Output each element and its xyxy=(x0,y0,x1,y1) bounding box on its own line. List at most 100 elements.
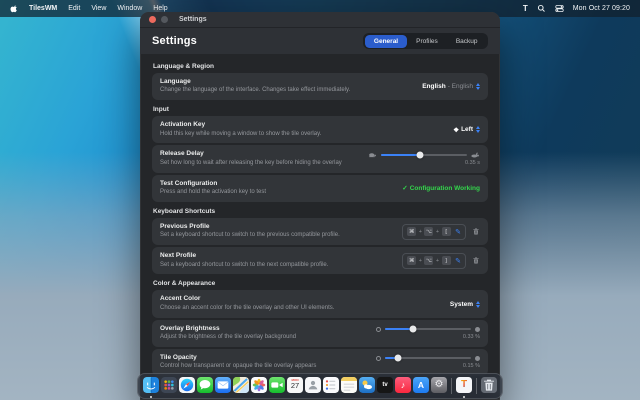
dock-launchpad[interactable] xyxy=(161,377,177,398)
next-profile-desc: Set a keyboard shortcut to switch to the… xyxy=(160,262,328,270)
modifier-key-icon: ❖ xyxy=(453,126,459,134)
spotlight-search-icon[interactable] xyxy=(537,4,546,13)
minimize-button[interactable] xyxy=(161,16,168,23)
control-center-icon[interactable] xyxy=(555,4,564,13)
menu-item-edit[interactable]: Edit xyxy=(68,5,80,12)
status-badge: ✓ Configuration Working xyxy=(402,184,480,192)
dock-appstore[interactable]: A xyxy=(413,377,429,398)
previous-profile-desc: Set a keyboard shortcut to switch to the… xyxy=(160,232,340,240)
tileswm-menubar-icon[interactable]: T xyxy=(523,4,528,13)
previous-profile-shortcut[interactable]: ⌘ + ⌥ + [ ✎ xyxy=(402,224,466,240)
dock-finder[interactable] xyxy=(143,377,159,398)
dock-system-settings[interactable]: ⚙ xyxy=(431,377,447,398)
command-key: ⌘ xyxy=(407,227,416,236)
appletv-label: tv xyxy=(382,382,387,388)
dock-contacts[interactable] xyxy=(305,377,321,398)
dock-tileswm[interactable]: T xyxy=(456,377,472,398)
dock-messages[interactable] xyxy=(197,377,213,398)
dock-separator xyxy=(476,378,477,394)
dock-facetime[interactable] xyxy=(269,377,285,398)
tileswm-label: T xyxy=(461,379,467,390)
previous-profile-title: Previous Profile xyxy=(160,223,340,231)
dock-photos[interactable] xyxy=(251,377,267,398)
gear-icon: ⚙ xyxy=(435,379,444,390)
tab-backup[interactable]: Backup xyxy=(447,35,487,48)
slider-thumb[interactable] xyxy=(416,151,423,158)
dock-weather[interactable] xyxy=(359,377,375,398)
running-indicator xyxy=(463,396,465,398)
edit-pencil-icon[interactable]: ✎ xyxy=(455,228,461,236)
section-input: Input xyxy=(153,106,488,113)
edit-pencil-icon[interactable]: ✎ xyxy=(455,257,461,265)
slider-thumb[interactable] xyxy=(410,326,417,333)
page-title: Settings xyxy=(152,35,197,47)
dock-mail[interactable] xyxy=(215,377,231,398)
dock-reminders[interactable] xyxy=(323,377,339,398)
release-delay-slider[interactable] xyxy=(381,154,467,157)
window-titlebar[interactable]: Settings xyxy=(140,12,500,28)
language-select[interactable]: English - English xyxy=(422,83,480,90)
accent-color-desc: Choose an accent color for the tile over… xyxy=(160,305,334,313)
tile-opacity-slider[interactable] xyxy=(385,357,471,360)
tile-opacity-desc: Control how transparent or opaque the ti… xyxy=(160,363,316,371)
delete-shortcut-button[interactable] xyxy=(472,256,480,265)
dock-trash[interactable] xyxy=(481,377,497,398)
plus-separator: + xyxy=(436,258,439,264)
screen: TilesWM Edit View Window Help T Mon Oct … xyxy=(0,0,640,400)
dock-calendar[interactable]: MON 27 xyxy=(287,377,303,398)
accent-color-title: Accent Color xyxy=(160,295,334,303)
brightness-high-icon xyxy=(475,327,480,332)
activation-key-desc: Hold this key while moving a window to s… xyxy=(160,131,321,139)
next-profile-shortcut[interactable]: ⌘ + ⌥ + ] ✎ xyxy=(402,253,466,269)
test-configuration-row: Test Configuration Press and hold the ac… xyxy=(152,175,488,202)
slider-thumb[interactable] xyxy=(394,355,401,362)
accent-color-row: Accent Color Choose an accent color for … xyxy=(152,290,488,317)
music-note-icon: ♪ xyxy=(401,380,406,390)
tab-general[interactable]: General xyxy=(365,35,407,48)
menu-item-app[interactable]: TilesWM xyxy=(29,5,57,12)
language-value-dim: - English xyxy=(448,83,473,90)
appstore-label: A xyxy=(418,380,424,390)
plus-separator: + xyxy=(419,229,422,235)
option-key: ⌥ xyxy=(424,256,433,265)
test-configuration-title: Test Configuration xyxy=(160,180,266,188)
dock-safari[interactable] xyxy=(179,377,195,398)
dock-appletv[interactable]: tv xyxy=(377,377,393,398)
close-button[interactable] xyxy=(149,16,156,23)
activation-key-select[interactable]: ❖ Left xyxy=(453,126,480,134)
menu-item-help[interactable]: Help xyxy=(153,5,167,12)
menubar-clock[interactable]: Mon Oct 27 09:20 xyxy=(573,5,630,12)
activation-key-value: Left xyxy=(461,126,473,133)
dock: MON 27 xyxy=(137,373,503,399)
plus-separator: + xyxy=(419,258,422,264)
tile-opacity-title: Tile Opacity xyxy=(160,354,316,362)
tab-profiles[interactable]: Profiles xyxy=(407,35,447,48)
brightness-low-icon xyxy=(376,327,381,332)
settings-content: Language & Region Language Change the la… xyxy=(140,54,500,389)
section-language-region: Language & Region xyxy=(153,63,488,70)
test-configuration-desc: Press and hold the activation key to tes… xyxy=(160,189,266,197)
language-desc: Change the language of the interface. Ch… xyxy=(160,87,350,95)
dock-notes[interactable] xyxy=(341,377,357,398)
accent-color-select[interactable]: System xyxy=(450,301,480,308)
hare-fast-icon xyxy=(471,152,480,158)
chevron-updown-icon xyxy=(476,83,480,90)
activation-key-row: Activation Key Hold this key while movin… xyxy=(152,116,488,143)
dock-music[interactable]: ♪ xyxy=(395,377,411,398)
menu-item-view[interactable]: View xyxy=(91,5,106,12)
dock-separator xyxy=(451,378,452,394)
command-key: ⌘ xyxy=(407,256,416,265)
next-profile-title: Next Profile xyxy=(160,252,328,260)
overlay-brightness-value: 0.33 % xyxy=(463,334,480,340)
option-key: ⌥ xyxy=(424,227,433,236)
status-text: Configuration Working xyxy=(410,185,480,192)
overlay-brightness-slider[interactable] xyxy=(385,328,471,331)
dock-maps[interactable] xyxy=(233,377,249,398)
release-delay-row: Release Delay Set how long to wait after… xyxy=(152,145,488,172)
apple-menu-icon[interactable] xyxy=(10,4,18,13)
menu-item-window[interactable]: Window xyxy=(117,5,142,12)
settings-window: Settings Settings General Profiles Backu… xyxy=(140,12,500,400)
section-keyboard-shortcuts: Keyboard Shortcuts xyxy=(153,208,488,215)
delete-shortcut-button[interactable] xyxy=(472,227,480,236)
tortoise-slow-icon xyxy=(368,152,377,158)
